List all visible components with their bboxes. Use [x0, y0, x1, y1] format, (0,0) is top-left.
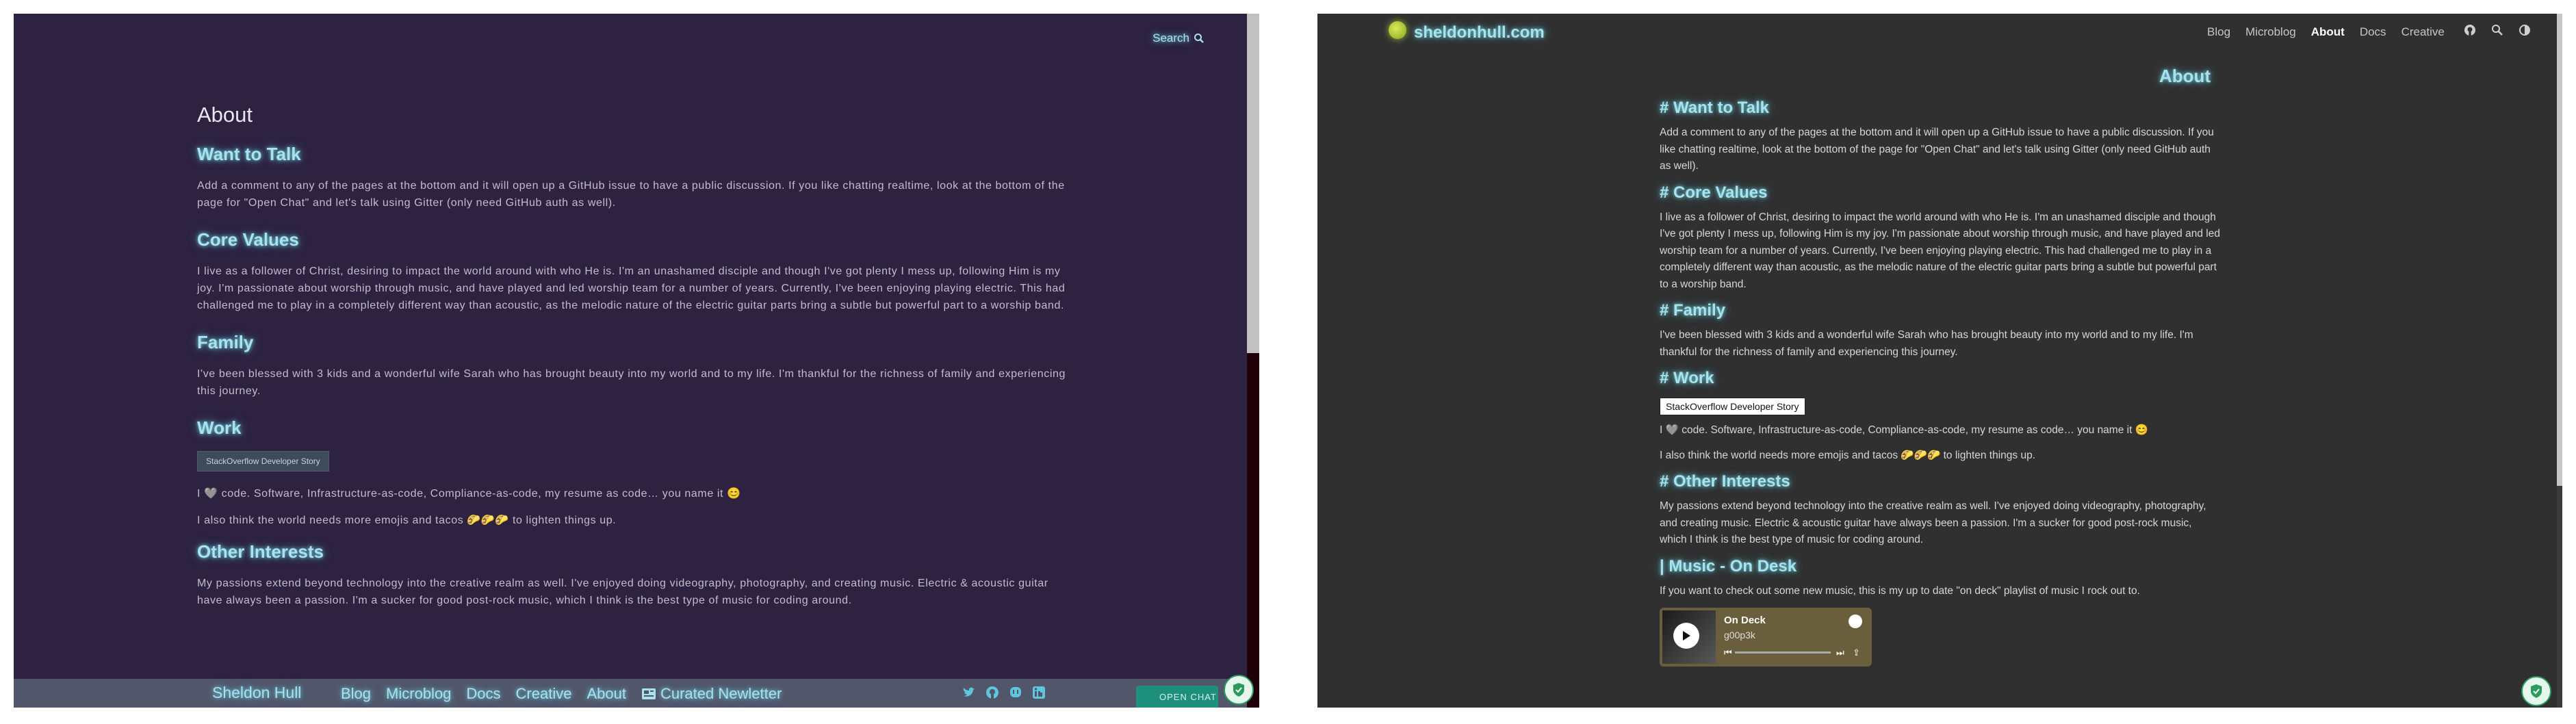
paragraph-core-values: I live as a follower of Christ, desiring… — [197, 266, 1066, 311]
footer-nav: Blog Microblog Docs Creative About Curat… — [341, 685, 782, 703]
shield-badge[interactable] — [2521, 676, 2551, 706]
footer-nav-creative[interactable]: Creative — [516, 685, 572, 703]
header-icons — [2464, 24, 2531, 36]
play-icon — [1683, 631, 1690, 641]
github-icon[interactable] — [2464, 24, 2476, 36]
playlist-title: On Deck — [1724, 615, 1766, 626]
page-title: About — [197, 103, 253, 127]
heading-music: | Music - On Desk — [1660, 556, 1797, 576]
progress-bar[interactable] — [1735, 651, 1831, 654]
theme-toggle-icon[interactable] — [2519, 24, 2531, 36]
article: # Want to Talk Add a comment to any of t… — [1660, 99, 2221, 667]
twitter-icon[interactable] — [962, 685, 977, 700]
spotify-embed[interactable]: On Deck g00p3k ⏮ ⏭ ⇪ — [1660, 608, 1872, 667]
right-screenshot: sheldonhull.com Blog Microblog About Doc… — [1317, 14, 2562, 708]
spotify-logo-icon[interactable] — [1849, 615, 1862, 628]
nav-blog[interactable]: Blog — [2207, 25, 2230, 39]
shield-icon — [2531, 684, 2542, 698]
mastodon-icon[interactable] — [1008, 685, 1023, 700]
heading-want-to-talk: # Want to Talk — [1660, 99, 1770, 117]
heading-other-interests: # Other Interests — [1660, 472, 1790, 491]
left-screenshot: Search About Want to Talk Add a comment … — [14, 14, 1259, 708]
heading-other-interests: Other Interests — [197, 541, 324, 562]
shield-icon — [1233, 683, 1244, 697]
paragraph-work-emojis: I also think the world needs more emojis… — [197, 515, 617, 526]
paragraph-work-code: I 🩶 code. Software, Infrastructure-as-co… — [197, 488, 741, 500]
scrollbar-thumb[interactable] — [1247, 14, 1259, 353]
newsletter-icon — [641, 688, 656, 699]
site-header: sheldonhull.com Blog Microblog About Doc… — [1317, 14, 2562, 52]
search-label: Search — [1152, 31, 1189, 44]
paragraph-other-interests: My passions extend beyond technology int… — [197, 578, 1048, 606]
paragraph-work-code: I 🩶 code. Software, Infrastructure-as-co… — [1660, 424, 2148, 436]
previous-icon[interactable]: ⏮ — [1724, 647, 1732, 658]
page-title: About — [2159, 66, 2211, 86]
next-icon[interactable]: ⏭ — [1836, 647, 1844, 658]
footer-nav-microblog[interactable]: Microblog — [386, 685, 451, 703]
paragraph-other-interests: My passions extend beyond technology int… — [1660, 500, 2206, 545]
paragraph-music: If you want to check out some new music,… — [1660, 584, 2140, 597]
heading-family: # Family — [1660, 301, 1726, 320]
nav-docs[interactable]: Docs — [2360, 25, 2386, 39]
site-name[interactable]: sheldonhull.com — [1414, 23, 1545, 42]
paragraph-core-values: I live as a follower of Christ, desiring… — [1660, 211, 2220, 290]
heading-core-values: Core Values — [197, 229, 299, 250]
newsletter-label: Curated Newletter — [660, 685, 782, 702]
footer-social — [962, 685, 1046, 700]
scrollbar-thumb[interactable] — [2557, 14, 2562, 486]
footer-nav-newsletter[interactable]: Curated Newletter — [641, 685, 782, 703]
footer-bar: Sheldon Hull Blog Microblog Docs Creativ… — [14, 675, 1254, 708]
play-button[interactable] — [1673, 623, 1699, 649]
footer-nav-blog[interactable]: Blog — [341, 685, 371, 703]
paragraph-family: I've been blessed with 3 kids and a wond… — [197, 368, 1066, 397]
footer-nav-about[interactable]: About — [587, 685, 626, 703]
heading-family: Family — [197, 332, 254, 352]
github-icon[interactable] — [985, 685, 1000, 700]
paragraph-want-to-talk: Add a comment to any of the pages at the… — [197, 180, 1065, 209]
heading-core-values: # Core Values — [1660, 183, 1768, 202]
footer-nav-docs[interactable]: Docs — [466, 685, 500, 703]
paragraph-want-to-talk: Add a comment to any of the pages at the… — [1660, 127, 2214, 172]
heading-work: # Work — [1660, 369, 1714, 387]
tennis-ball-logo[interactable] — [1389, 21, 1406, 39]
heading-want-to-talk: Want to Talk — [197, 144, 301, 164]
nav-creative[interactable]: Creative — [2401, 25, 2445, 39]
search-link[interactable]: Search — [1152, 31, 1205, 45]
playlist-artist: g00p3k — [1724, 630, 1755, 641]
linkedin-icon[interactable] — [1031, 685, 1046, 700]
paragraph-family: I've been blessed with 3 kids and a wond… — [1660, 329, 2193, 358]
nav-microblog[interactable]: Microblog — [2245, 25, 2296, 39]
stackoverflow-button[interactable]: StackOverflow Developer Story — [1660, 398, 1805, 415]
search-icon — [1194, 34, 1204, 43]
main-nav: Blog Microblog About Docs Creative — [2207, 25, 2445, 39]
article: About Want to Talk Add a comment to any … — [197, 103, 1066, 627]
heading-work: Work — [197, 417, 242, 438]
stackoverflow-badge[interactable]: StackOverflow Developer Story — [197, 451, 329, 471]
open-chat-button[interactable]: OPEN CHAT — [1136, 686, 1218, 708]
search-icon[interactable] — [2491, 24, 2503, 36]
share-icon[interactable]: ⇪ — [1853, 647, 1860, 658]
nav-about[interactable]: About — [2311, 25, 2345, 39]
footer-brand[interactable]: Sheldon Hull — [212, 684, 301, 702]
shield-badge[interactable] — [1224, 675, 1254, 705]
paragraph-work-emojis: I also think the world needs more emojis… — [1660, 449, 2036, 461]
